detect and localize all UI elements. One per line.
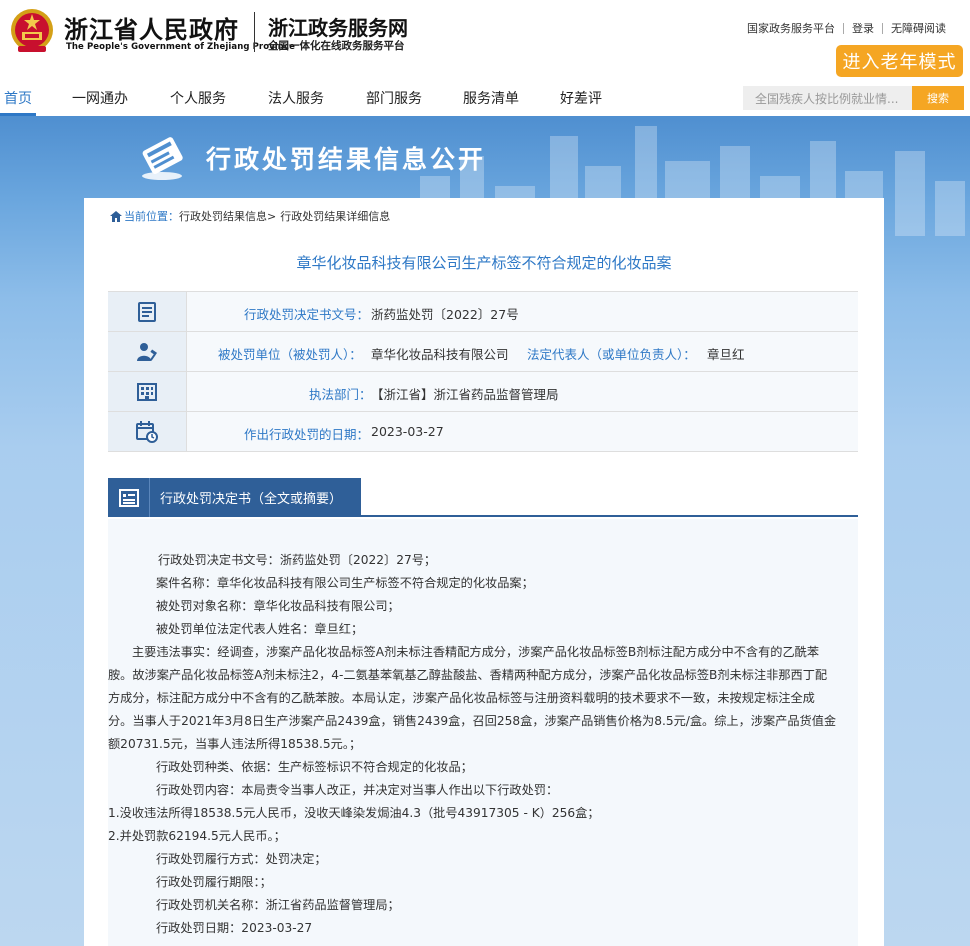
service-title[interactable]: 浙江政务服务网 — [268, 12, 408, 41]
nav-item-one-stop[interactable]: 一网通办 — [72, 88, 128, 108]
breadcrumb-item-detail[interactable]: 行政处罚结果详细信息 — [280, 208, 390, 224]
case-title: 章华化妆品科技有限公司生产标签不符合规定的化妆品案 — [296, 254, 672, 272]
elder-mode-button[interactable]: 进入老年模式 — [836, 45, 963, 77]
date-label: 作出行政处罚的日期： — [244, 427, 370, 442]
doc-line: 被处罚单位法定代表人姓名：章旦红； — [156, 622, 364, 636]
decision-section-header: 行政处罚决定书（全文或摘要） — [108, 478, 858, 517]
doc-line: 行政处罚内容：本局责令当事人改正，并决定对当事人作出以下行政处罚： — [156, 783, 559, 797]
decision-document: 行政处罚决定书文号：浙药监处罚〔2022〕27号； 案件名称：章华化妆品科技有限… — [108, 519, 858, 946]
info-row-doc-number: 行政处罚决定书文号： 浙药监处罚〔2022〕27号 — [108, 292, 858, 332]
user-gavel-icon — [137, 342, 158, 361]
building-icon — [137, 382, 157, 401]
doc-number-label: 行政处罚决定书文号： — [244, 307, 370, 322]
breadcrumb-item-list[interactable]: 行政处罚结果信息> — [179, 208, 276, 224]
header-divider — [254, 12, 255, 52]
doc-line: 行政处罚履行方式：处罚决定； — [156, 852, 327, 866]
doc-line: 被处罚对象名称：章华化妆品科技有限公司； — [156, 599, 400, 613]
document-icon — [138, 301, 156, 322]
nav-item-home[interactable]: 首页 — [4, 88, 32, 108]
breadcrumb: 当前位置： 行政处罚结果信息> 行政处罚结果详细信息 — [110, 208, 390, 224]
calendar-clock-icon — [136, 420, 158, 443]
nav-item-rating[interactable]: 好差评 — [560, 88, 602, 108]
national-emblem-icon — [11, 9, 53, 52]
department-value: 【浙江省】浙江省药品监督管理局 — [371, 387, 559, 402]
doc-number-value: 浙药监处罚〔2022〕27号 — [371, 307, 519, 322]
doc-line: 2.并处罚款62194.5元人民币。； — [108, 829, 286, 843]
doc-line: 行政处罚机关名称：浙江省药品监督管理局； — [156, 898, 400, 912]
date-value: 2023-03-27 — [371, 424, 444, 439]
nav-item-personal[interactable]: 个人服务 — [170, 88, 226, 108]
search-input[interactable]: 全国残疾人按比例就业情... — [743, 86, 912, 110]
nav-item-department[interactable]: 部门服务 — [366, 88, 422, 108]
nav-item-service-list[interactable]: 服务清单 — [463, 88, 519, 108]
doc-line: 1.没收违法所得18538.5元人民币，没收天峰染发焗油4.3（批号439173… — [108, 806, 600, 820]
document-list-icon — [118, 488, 139, 507]
nav-item-corporate[interactable]: 法人服务 — [268, 88, 324, 108]
doc-line: 行政处罚日期：2023-03-27 — [156, 921, 313, 935]
section-title: 行政处罚决定书（全文或摘要） — [160, 492, 343, 507]
info-body: 被处罚单位（被处罚人）： 章华化妆品科技有限公司 法定代表人（或单位负责人）： … — [187, 332, 858, 371]
party-label: 被处罚单位（被处罚人）： — [218, 347, 362, 362]
gov-title[interactable]: 浙江省人民政府 — [64, 10, 239, 45]
login-link[interactable]: 登录 — [852, 20, 874, 36]
representative-value: 章旦红 — [707, 347, 745, 362]
info-row-party: 被处罚单位（被处罚人）： 章华化妆品科技有限公司 法定代表人（或单位负责人）： … — [108, 332, 858, 372]
document-folder-icon — [142, 137, 183, 180]
department-label: 执法部门： — [309, 387, 372, 402]
info-row-date: 作出行政处罚的日期： 2023-03-27 — [108, 412, 858, 452]
tab-icon-cell — [108, 478, 150, 517]
info-icon-cell — [108, 372, 187, 411]
service-subtitle: 全国一体化在线政务服务平台 — [268, 40, 405, 52]
info-icon-cell — [108, 412, 187, 451]
site-header: 浙江省人民政府 The People's Government of Zheji… — [0, 0, 970, 80]
link-separator — [843, 22, 844, 34]
info-icon-cell — [108, 332, 187, 371]
doc-line: 案件名称：章华化妆品科技有限公司生产标签不符合规定的化妆品案； — [156, 576, 534, 590]
banner-title: 行政处罚结果信息公开 — [206, 145, 487, 174]
content-card: 当前位置： 行政处罚结果信息> 行政处罚结果详细信息 章华化妆品科技有限公司生产… — [84, 198, 884, 946]
info-body: 执法部门： 【浙江省】浙江省药品监督管理局 — [187, 372, 858, 411]
info-row-department: 执法部门： 【浙江省】浙江省药品监督管理局 — [108, 372, 858, 412]
info-body: 行政处罚决定书文号： 浙药监处罚〔2022〕27号 — [187, 292, 858, 331]
info-body: 作出行政处罚的日期： 2023-03-27 — [187, 412, 858, 451]
decision-section-tab[interactable]: 行政处罚决定书（全文或摘要） — [108, 478, 361, 517]
case-info-table: 行政处罚决定书文号： 浙药监处罚〔2022〕27号 被处罚单位（被处罚人）： 章… — [108, 291, 858, 452]
info-icon-cell — [108, 292, 187, 331]
party-value: 章华化妆品科技有限公司 — [371, 347, 509, 362]
representative-label: 法定代表人（或单位负责人）： — [527, 347, 696, 362]
doc-line: 主要违法事实：经调查，涉案产品化妆品标签A剂未标注香精配方成分，涉案产品化妆品标… — [108, 645, 837, 751]
doc-line: 行政处罚决定书文号：浙药监处罚〔2022〕27号； — [158, 553, 437, 567]
home-icon — [110, 210, 122, 222]
top-links: 国家政务服务平台 登录 无障碍阅读 — [747, 20, 946, 36]
doc-line: 行政处罚履行期限：； — [156, 875, 272, 889]
doc-line: 行政处罚种类、依据：生产标签标识不符合规定的化妆品； — [156, 760, 473, 774]
national-platform-link[interactable]: 国家政务服务平台 — [747, 20, 835, 36]
search-button[interactable]: 搜索 — [912, 86, 964, 110]
gov-subtitle: The People's Government of Zhejiang Prov… — [66, 42, 295, 52]
link-separator — [882, 22, 883, 34]
accessibility-link[interactable]: 无障碍阅读 — [891, 20, 946, 36]
main-nav: 首页 一网通办 个人服务 法人服务 部门服务 服务清单 好差评 全国残疾人按比例… — [0, 80, 970, 116]
breadcrumb-label: 当前位置： — [124, 210, 179, 223]
